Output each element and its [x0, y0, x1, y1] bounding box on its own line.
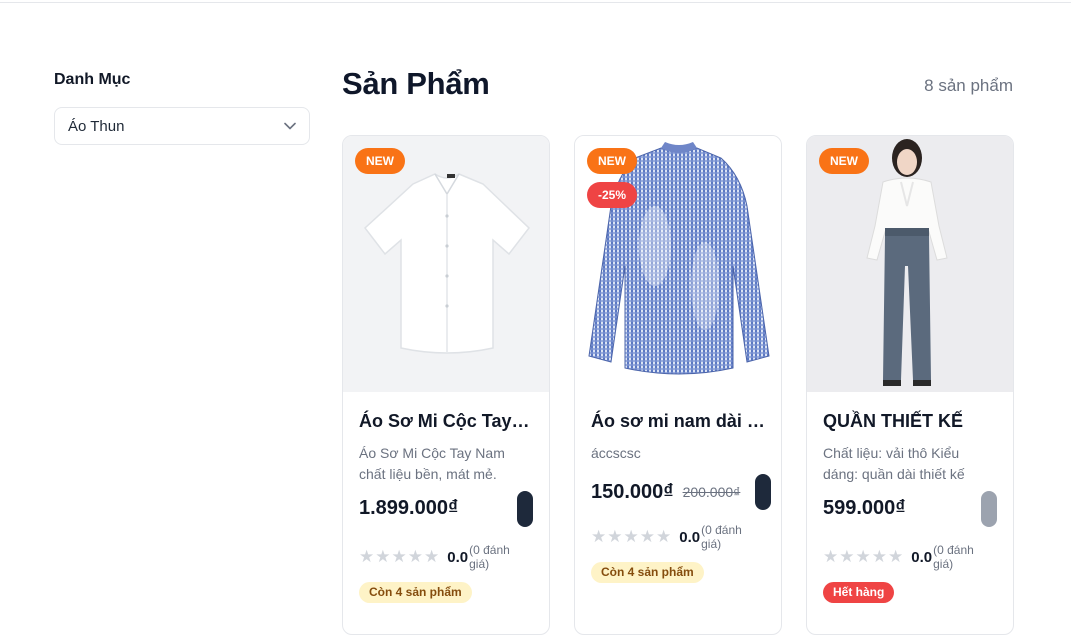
- star-icon: ★: [359, 547, 375, 566]
- stock-badge: Còn 4 sản phẩm: [359, 582, 472, 603]
- star-rating: ★ ★ ★ ★ ★: [823, 547, 903, 567]
- star-icon: ★: [424, 547, 440, 566]
- sidebar-title: Danh Mục: [54, 71, 131, 88]
- rating-count: (0 đánh giá): [469, 543, 510, 571]
- product-image[interactable]: NEW -25%: [575, 136, 781, 392]
- product-card[interactable]: NEW Áo Sơ Mi Cộc Tay Nam Áo Sơ Mi Cộc Ta…: [342, 135, 550, 635]
- rating-value: 0.0: [911, 548, 933, 566]
- product-card[interactable]: NEW -25% Áo sơ mi nam dài tay áccscsc 15…: [574, 135, 782, 635]
- stock-badge: Hết hàng: [823, 582, 895, 603]
- product-price: 1.899.000₫: [359, 496, 459, 519]
- product-description: áccscsc: [591, 445, 641, 461]
- star-icon: ★: [623, 527, 639, 546]
- star-icon: ★: [871, 547, 887, 566]
- blue-shirt-image: [575, 136, 781, 392]
- add-to-cart-button[interactable]: [755, 474, 771, 510]
- add-to-cart-button[interactable]: [981, 491, 997, 527]
- star-icon: ★: [888, 547, 904, 566]
- product-image[interactable]: NEW: [807, 136, 1013, 392]
- discount-badge: -25%: [587, 182, 638, 208]
- star-icon: ★: [839, 547, 855, 566]
- sidebar: Danh Mục Áo Thun: [54, 70, 310, 145]
- star-icon: ★: [407, 547, 423, 566]
- new-badge: NEW: [819, 148, 869, 174]
- star-rating: ★ ★ ★ ★ ★: [591, 527, 671, 547]
- star-rating: ★ ★ ★ ★ ★: [359, 547, 439, 567]
- product-title[interactable]: Áo Sơ Mi Cộc Tay Nam: [359, 410, 533, 432]
- product-old-price: 200.000₫: [682, 484, 741, 500]
- product-description: Áo Sơ Mi Cộc Tay Nam chất liệu bền, mát …: [359, 445, 505, 482]
- model-pants-image: [807, 136, 1013, 392]
- star-icon: ★: [391, 547, 407, 566]
- header-divider: [0, 2, 1071, 3]
- new-badge: NEW: [355, 148, 405, 174]
- page-title: Sản Phẩm: [342, 66, 490, 101]
- category-select[interactable]: Áo Thun: [54, 107, 310, 145]
- product-card[interactable]: NEW QUẦN THIẾT KẾ Chất liệu: vải thô Kiể…: [806, 135, 1014, 635]
- add-to-cart-button[interactable]: [517, 491, 533, 527]
- chevron-down-icon: [283, 119, 297, 133]
- star-icon: ★: [855, 547, 871, 566]
- rating-count: (0 đánh giá): [701, 523, 742, 551]
- product-price: 599.000₫: [823, 496, 906, 519]
- category-select-value: Áo Thun: [68, 117, 125, 135]
- rating-count: (0 đánh giá): [933, 543, 974, 571]
- star-icon: ★: [823, 547, 839, 566]
- product-title[interactable]: Áo sơ mi nam dài tay: [591, 410, 765, 432]
- star-icon: ★: [591, 527, 607, 546]
- white-shirt-image: [343, 136, 549, 392]
- product-count: 8 sản phẩm: [924, 76, 1013, 95]
- rating-value: 0.0: [679, 528, 701, 546]
- product-price: 150.000₫: [591, 480, 674, 503]
- product-image[interactable]: NEW: [343, 136, 549, 392]
- star-icon: ★: [656, 527, 672, 546]
- star-icon: ★: [375, 547, 391, 566]
- product-title[interactable]: QUẦN THIẾT KẾ: [823, 410, 997, 432]
- product-description: Chất liệu: vải thô Kiểu dáng: quần dài t…: [823, 445, 965, 482]
- new-badge: NEW: [587, 148, 637, 174]
- rating-value: 0.0: [447, 548, 469, 566]
- stock-badge: Còn 4 sản phẩm: [591, 562, 704, 583]
- star-icon: ★: [607, 527, 623, 546]
- star-icon: ★: [639, 527, 655, 546]
